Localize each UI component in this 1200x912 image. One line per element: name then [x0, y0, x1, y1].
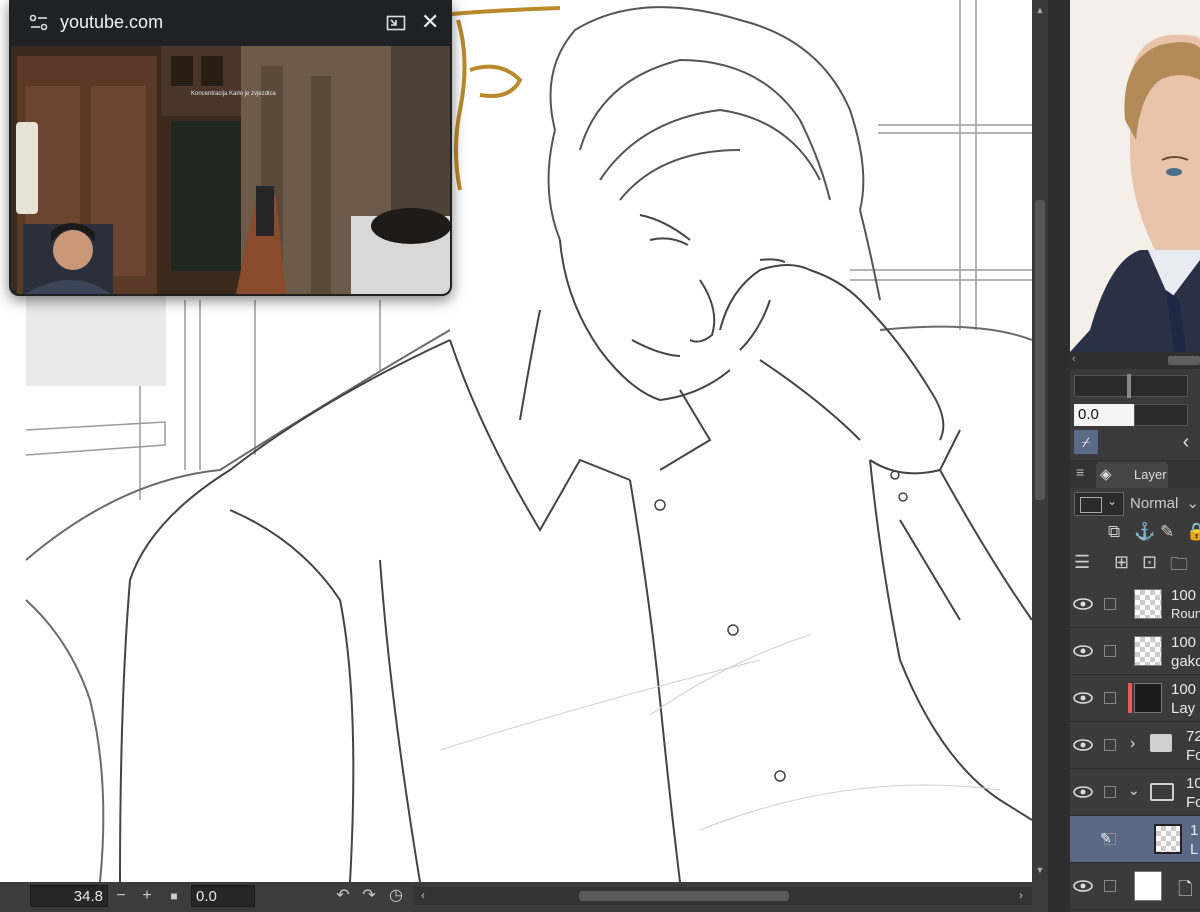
back-to-tab-icon[interactable]: [386, 13, 406, 33]
layer-select-checkbox[interactable]: [1104, 645, 1116, 657]
layer-thumbnail: [1134, 636, 1162, 666]
layer-lock-toolbar: ⧉ ⚓ ✎ 🔒: [1108, 522, 1200, 546]
layer-row[interactable]: › 72 Fo: [1070, 722, 1200, 769]
layer-name: Roun: [1171, 606, 1200, 621]
layer-opacity: 100: [1171, 634, 1197, 651]
reference-image: [1070, 0, 1200, 352]
reset-rotation-icon[interactable]: ◷: [387, 886, 405, 906]
layer-property-icon[interactable]: ☰: [1074, 552, 1090, 573]
pip-site-label: youtube.com: [60, 12, 164, 32]
lock-icon[interactable]: 🔒: [1186, 522, 1200, 542]
draft-layer-icon[interactable]: ✎: [1160, 522, 1174, 542]
brush-size-slider[interactable]: [1074, 374, 1188, 398]
scroll-down-icon[interactable]: ▼: [1032, 862, 1048, 878]
tab-layer-label: Layer: [1134, 467, 1167, 482]
layer-name: Fo: [1186, 794, 1200, 811]
reference-scroll-thumb[interactable]: [1168, 356, 1200, 365]
layer-opacity: 100: [1171, 681, 1197, 698]
rotate-left-icon[interactable]: ↶: [334, 886, 352, 906]
right-side-panel: ‹ 0.0 ⌿ ‹ ≡ ◈ Layer ⌄ Normal ⌄ ⧉ ⚓ ✎ 🔒 ☰…: [1070, 0, 1200, 912]
fit-view-button[interactable]: ■: [165, 886, 183, 906]
layer-thumbnail: [1134, 589, 1162, 619]
scroll-left-icon[interactable]: ‹: [414, 886, 432, 906]
layer-select-checkbox[interactable]: [1104, 739, 1116, 751]
clip-layer-icon[interactable]: ⧉: [1108, 522, 1120, 542]
blend-mode-dropdown[interactable]: Normal ⌄: [1130, 492, 1200, 516]
brush-value-field[interactable]: 0.0: [1074, 404, 1134, 426]
layer-select-checkbox[interactable]: [1104, 786, 1116, 798]
new-vector-layer-icon[interactable]: ⊡: [1142, 552, 1157, 573]
layer-name: L: [1190, 841, 1199, 858]
layer-row-selected[interactable]: ✎ 1 L: [1070, 816, 1200, 863]
layer-row[interactable]: 🗋: [1070, 863, 1200, 910]
video-frame[interactable]: Koncentracija Karlo je zvjezdica: [11, 46, 450, 294]
scroll-right-icon[interactable]: ›: [1012, 886, 1030, 906]
brush-opacity-slider[interactable]: [1134, 404, 1188, 426]
layer-select-checkbox[interactable]: [1104, 692, 1116, 704]
layer-opacity: 100: [1171, 587, 1197, 604]
vertical-scroll-thumb[interactable]: [1035, 200, 1045, 500]
eye-icon[interactable]: [1072, 687, 1094, 709]
layer-color-dropdown[interactable]: ⌄: [1074, 492, 1124, 516]
layer-select-checkbox[interactable]: [1104, 598, 1116, 610]
game-hud-text: Koncentracija Karlo je zvjezdica: [191, 91, 276, 97]
panel-tab-row: ≡ ◈ Layer: [1070, 460, 1200, 488]
chevron-left-icon[interactable]: ‹: [1174, 430, 1198, 454]
layer-row[interactable]: 100 Lay: [1070, 675, 1200, 722]
eye-icon[interactable]: [1072, 640, 1094, 662]
rotate-right-icon[interactable]: ↷: [360, 886, 378, 906]
zoom-in-button[interactable]: +: [138, 886, 156, 906]
layer-action-toolbar: ☰ ⊞ ⊡ 🗀: [1070, 550, 1200, 580]
layer-opacity: 1: [1190, 822, 1199, 839]
layer-name: Lay: [1171, 700, 1196, 717]
reference-layer-icon[interactable]: ⚓: [1134, 522, 1155, 542]
canvas-status-bar: 34.8 − + ■ 0.0 ↶ ↷ ◷ ‹ ›: [0, 882, 1048, 912]
eyedropper-icon[interactable]: ⌿: [1074, 430, 1098, 454]
eye-icon[interactable]: [1072, 593, 1094, 615]
layer-opacity: 10: [1186, 775, 1200, 792]
layer-thumbnail: [1154, 824, 1182, 854]
layer-row[interactable]: 100 gako: [1070, 628, 1200, 675]
chevron-down-icon[interactable]: ⌄: [1128, 782, 1140, 799]
chevron-right-icon[interactable]: ›: [1130, 735, 1135, 753]
site-settings-icon[interactable]: [29, 14, 49, 32]
layer-opacity: 72: [1186, 728, 1200, 745]
panel-divider: [1048, 0, 1070, 912]
paper-thumbnail: [1134, 871, 1162, 901]
picture-in-picture-window[interactable]: youtube.com ✕ Koncentracija Karlo je zvj…: [9, 0, 452, 296]
rotation-angle-field[interactable]: 0.0: [191, 885, 255, 907]
new-raster-layer-icon[interactable]: ⊞: [1114, 552, 1129, 573]
layer-row[interactable]: 100 Roun: [1070, 581, 1200, 628]
folder-icon: [1150, 734, 1172, 752]
scroll-left-icon[interactable]: ‹: [1072, 353, 1076, 365]
layer-select-checkbox[interactable]: [1104, 880, 1116, 892]
close-icon[interactable]: ✕: [421, 9, 439, 35]
layer-row[interactable]: ⌄ 10 Fo: [1070, 769, 1200, 816]
tab-layer[interactable]: ◈ Layer: [1096, 462, 1168, 488]
horizontal-scrollbar[interactable]: ‹ ›: [414, 887, 1032, 905]
layer-name: gako: [1171, 653, 1200, 670]
zoom-out-button[interactable]: −: [112, 886, 130, 906]
folder-open-icon: [1150, 783, 1174, 801]
paper-icon: 🗋: [1178, 879, 1193, 899]
scroll-up-icon[interactable]: ▲: [1032, 2, 1048, 18]
blend-row: ⌄ Normal ⌄: [1070, 488, 1200, 520]
menu-icon[interactable]: ≡: [1076, 464, 1084, 480]
reference-scrollbar[interactable]: ‹: [1070, 352, 1200, 369]
chevron-down-icon: ⌄: [1186, 495, 1200, 512]
new-folder-icon[interactable]: 🗀: [1170, 552, 1188, 582]
pencil-icon: ✎: [1100, 830, 1112, 846]
pip-title-bar[interactable]: youtube.com ✕: [9, 0, 452, 46]
blend-mode-value: Normal: [1130, 495, 1179, 512]
eye-icon[interactable]: [1072, 875, 1094, 897]
layers-icon: ◈: [1100, 466, 1112, 483]
eye-icon[interactable]: [1072, 781, 1094, 803]
layer-color-tag: [1128, 683, 1132, 713]
layer-name: Fo: [1186, 747, 1200, 764]
horizontal-scroll-thumb[interactable]: [579, 891, 789, 901]
zoom-level-field[interactable]: 34.8: [30, 885, 108, 907]
vertical-scrollbar[interactable]: ▲ ▼: [1032, 0, 1048, 882]
layer-thumbnail: [1134, 683, 1162, 713]
eye-icon[interactable]: [1072, 734, 1094, 756]
